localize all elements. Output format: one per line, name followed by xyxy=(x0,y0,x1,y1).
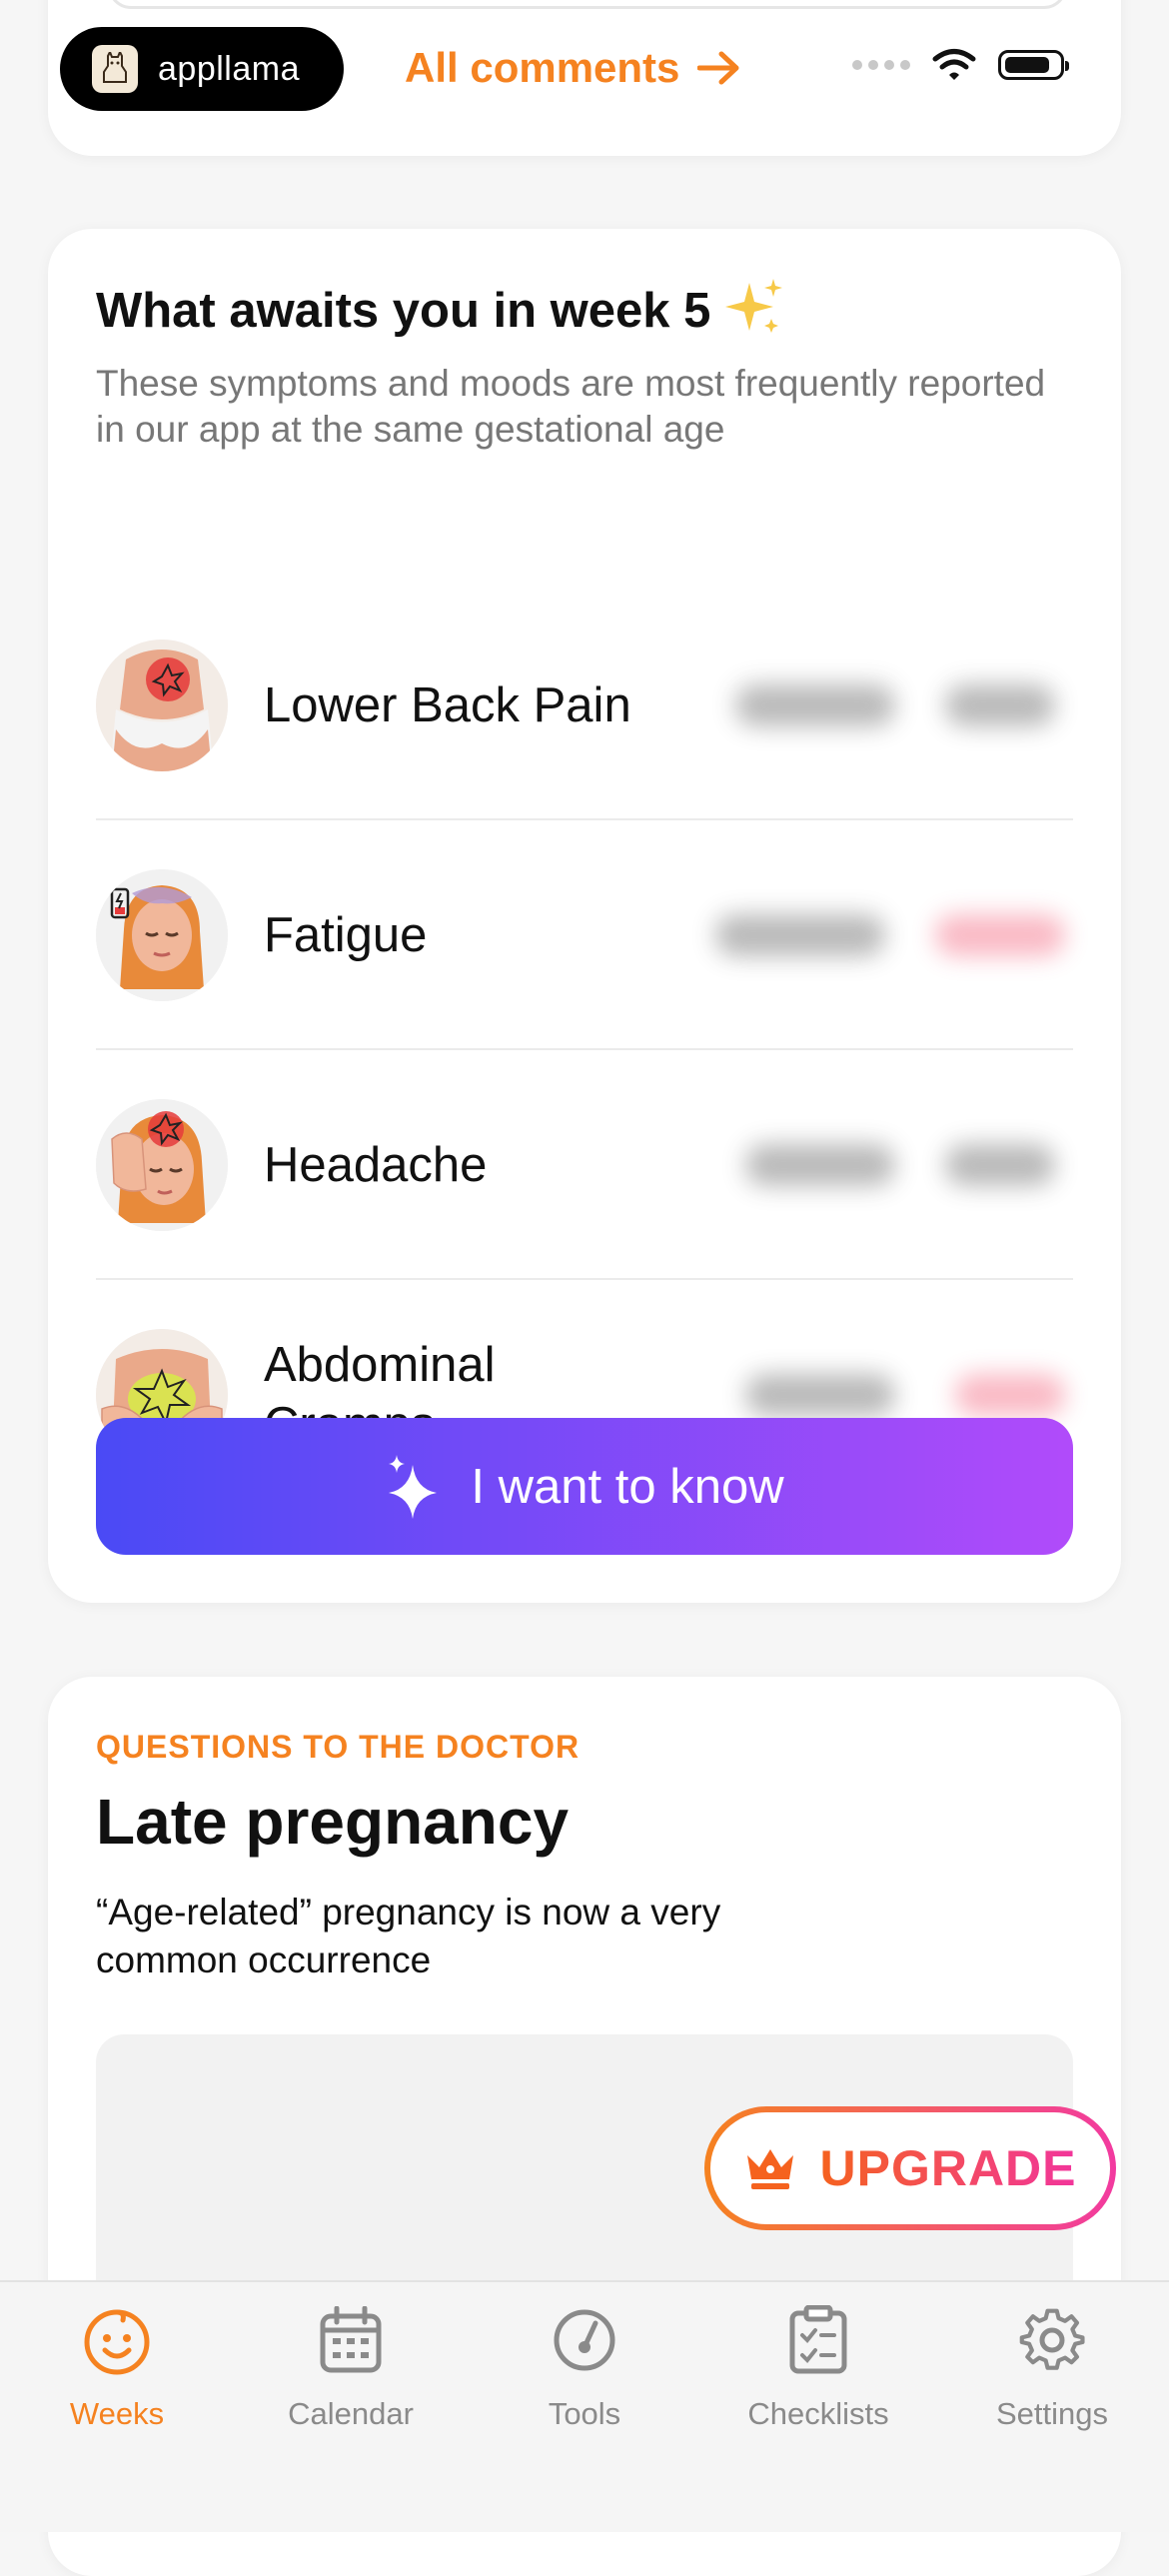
i-want-to-know-button[interactable]: I want to know xyxy=(96,1418,1073,1555)
week-title: What awaits you in week 5 xyxy=(96,284,711,338)
article-title: Late pregnancy xyxy=(96,1786,570,1858)
section-eyebrow: QUESTIONS TO THE DOCTOR xyxy=(96,1729,581,1765)
tab-settings[interactable]: Settings xyxy=(935,2300,1169,2450)
bottom-tab-bar: Weeks Calendar Tools Checklists Settings xyxy=(0,2280,1169,2532)
tab-label: Weeks xyxy=(69,2396,165,2431)
tab-label: Settings xyxy=(995,2396,1108,2431)
llama-logo-icon xyxy=(92,45,138,93)
all-comments-label: All comments xyxy=(405,44,680,91)
lower-back-pain-icon xyxy=(96,640,228,771)
i-want-to-know-label: I want to know xyxy=(471,1459,784,1514)
tab-label: Checklists xyxy=(747,2396,889,2431)
wifi-icon xyxy=(932,49,976,80)
headache-icon xyxy=(96,1099,228,1231)
all-comments-link[interactable]: All comments xyxy=(405,44,741,92)
upgrade-button[interactable]: UPGRADE xyxy=(704,2106,1116,2230)
tab-checklists[interactable]: Checklists xyxy=(701,2300,935,2450)
baby-face-icon xyxy=(77,2300,157,2380)
symptom-label: Fatigue xyxy=(264,908,428,962)
tab-tools[interactable]: Tools xyxy=(468,2300,701,2450)
tab-weeks[interactable]: Weeks xyxy=(0,2300,234,2450)
sparkles-icon xyxy=(725,279,782,333)
symptom-row-headache[interactable]: Headache xyxy=(96,1050,1073,1280)
tools-icon xyxy=(545,2300,624,2380)
blurred-percentage xyxy=(745,1374,895,1416)
upgrade-label: UPGRADE xyxy=(819,2140,1077,2196)
symptom-label: Headache xyxy=(264,1138,488,1192)
tab-calendar[interactable]: Calendar xyxy=(234,2300,468,2450)
symptom-row-lower-back-pain[interactable]: Lower Back Pain xyxy=(96,591,1073,820)
tab-label: Tools xyxy=(548,2396,621,2431)
arrow-right-icon xyxy=(697,51,739,85)
blurred-trend xyxy=(945,1144,1055,1186)
symptom-label: Lower Back Pain xyxy=(264,678,631,732)
comment-input-outline xyxy=(108,0,1067,9)
comments-card: appllama All comments xyxy=(48,0,1121,156)
sparkle-icon xyxy=(389,1454,438,1519)
brand-name: appllama xyxy=(158,49,300,88)
checklist-icon xyxy=(778,2300,858,2380)
crown-icon xyxy=(747,2149,794,2189)
week-symptoms-card: What awaits you in week 5 These symptoms… xyxy=(48,229,1121,1603)
blurred-trend xyxy=(935,914,1065,956)
calendar-icon xyxy=(311,2300,391,2380)
battery-icon xyxy=(998,50,1069,80)
cellular-signal-icon xyxy=(852,60,910,70)
week-subtitle: These symptoms and moods are most freque… xyxy=(96,363,1046,450)
blurred-trend xyxy=(955,1374,1065,1416)
blurred-percentage xyxy=(745,1144,895,1186)
symptom-row-fatigue[interactable]: Fatigue xyxy=(96,820,1073,1050)
tab-label: Calendar xyxy=(288,2396,414,2431)
brand-badge: appllama xyxy=(60,27,344,111)
blurred-percentage xyxy=(735,684,895,726)
blurred-percentage xyxy=(715,914,885,956)
gear-icon xyxy=(1012,2300,1092,2380)
fatigue-icon xyxy=(96,869,228,1001)
article-description: “Age-related” pregnancy is now a very co… xyxy=(96,1892,721,1980)
blurred-trend xyxy=(945,684,1055,726)
status-bar-icons xyxy=(852,48,1069,82)
